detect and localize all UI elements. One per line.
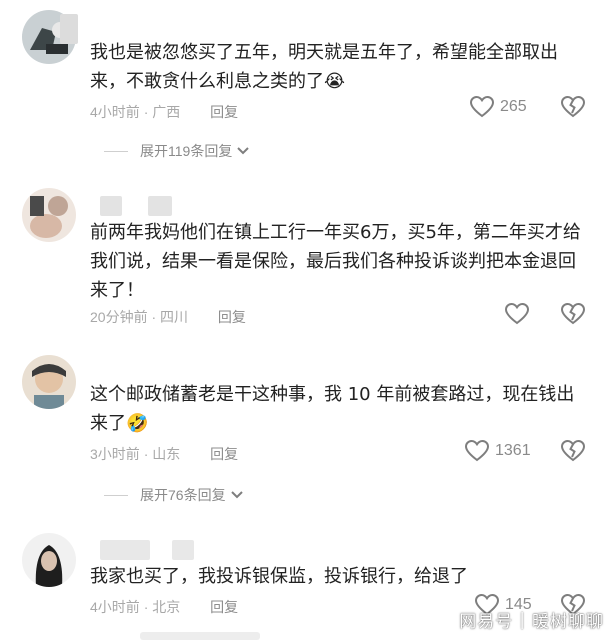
reply-button[interactable]: 回复 [210, 446, 238, 462]
comment-text: 前两年我妈他们在镇上工行一年买6万，买5年，第二年买才给我们说，结果一看是保险，… [90, 222, 581, 301]
reply-button[interactable]: 回复 [210, 599, 238, 615]
username-blurred [148, 196, 172, 216]
dislike-button[interactable] [560, 439, 586, 466]
comment-meta: 4小时前 · 北京 回复 [90, 599, 239, 615]
next-item-partial [140, 632, 260, 640]
comment-time: 4小时前 [90, 599, 140, 615]
comment-time: 20分钟前 [90, 309, 148, 325]
comment-meta: 3小时前 · 山东 回复 [90, 446, 239, 462]
watermark: 网易号 | 暖树聊聊 [459, 607, 604, 633]
comment-meta: 4小时前 · 广西 回复 [90, 104, 239, 120]
dislike-button[interactable] [560, 302, 586, 329]
divider-line [104, 150, 128, 152]
chevron-down-icon [237, 147, 250, 155]
like-button[interactable] [505, 303, 535, 325]
like-button[interactable]: 265 [470, 96, 527, 118]
comment-time: 4小时前 [90, 104, 140, 120]
like-button[interactable]: 1361 [465, 440, 531, 462]
avatar[interactable] [22, 533, 76, 587]
divider-line [104, 494, 128, 496]
username-blurred [100, 540, 150, 560]
username-blurred [60, 14, 78, 44]
broken-heart-icon [560, 302, 586, 325]
comment-meta: 20分钟前 · 四川 回复 [90, 309, 246, 325]
watermark-account: 暖树聊聊 [532, 612, 604, 632]
username-blurred [100, 196, 122, 216]
like-count: 1361 [495, 442, 531, 459]
comment-location: 山东 [152, 446, 181, 462]
like-count: 265 [500, 98, 527, 115]
expand-replies-button[interactable]: 展开119条回复 [104, 141, 250, 161]
chevron-down-icon [230, 491, 243, 499]
comment-location: 北京 [152, 599, 181, 615]
dislike-button[interactable] [560, 95, 586, 122]
expand-replies-button[interactable]: 展开76条回复 [104, 485, 244, 505]
heart-outline-icon [465, 440, 489, 462]
avatar[interactable] [22, 355, 76, 409]
heart-outline-icon [505, 303, 529, 325]
avatar[interactable] [22, 188, 76, 242]
reply-button[interactable]: 回复 [218, 309, 246, 325]
heart-outline-icon [470, 96, 494, 118]
comment-text: 我也是被忽悠买了五年，明天就是五年了，希望能全部取出来，不敢贪什么利息之类的了😭 [90, 42, 558, 92]
username-blurred [172, 540, 194, 560]
comment-text: 我家也买了，我投诉银保监，投诉银行，给退了 [90, 566, 468, 587]
watermark-brand: 网易号 [459, 612, 514, 632]
reply-button[interactable]: 回复 [210, 104, 238, 120]
watermark-separator: | [519, 609, 526, 630]
broken-heart-icon [560, 95, 586, 118]
broken-heart-icon [560, 439, 586, 462]
comment-location: 广西 [152, 104, 181, 120]
comment-time: 3小时前 [90, 446, 140, 462]
comment-location: 四川 [160, 309, 189, 325]
comment-text: 这个邮政储蓄老是干这种事，我 10 年前被套路过，现在钱出来了🤣 [90, 384, 575, 434]
